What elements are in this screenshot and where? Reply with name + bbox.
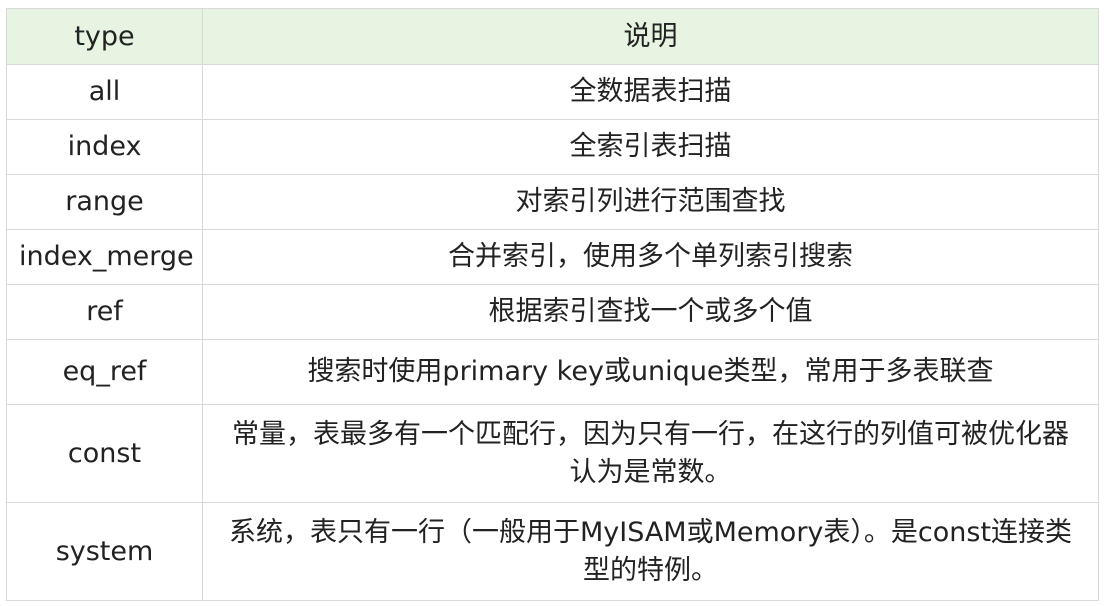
cell-description: 根据索引查找一个或多个值	[202, 284, 1099, 340]
table-header: type 说明	[6, 8, 1099, 65]
cell-type: index	[6, 119, 203, 175]
cell-type: all	[6, 64, 203, 120]
cell-description: 全数据表扫描	[202, 64, 1099, 120]
cell-description: 对索引列进行范围查找	[202, 174, 1099, 230]
type-table: type 说明 all 全数据表扫描 index 全索引表扫描 range 对索…	[6, 8, 1099, 601]
mysql-explain-type-table: type 说明 all 全数据表扫描 index 全索引表扫描 range 对索…	[6, 8, 1099, 601]
table-row: index 全索引表扫描	[6, 119, 1099, 175]
cell-type: system	[6, 502, 203, 601]
table-row: all 全数据表扫描	[6, 64, 1099, 120]
header-type: type	[6, 8, 203, 65]
table-row: range 对索引列进行范围查找	[6, 174, 1099, 230]
cell-description: 全索引表扫描	[202, 119, 1099, 175]
header-row: type 说明	[6, 8, 1099, 65]
table-row: index_merge 合并索引，使用多个单列索引搜索	[6, 229, 1099, 285]
cell-type: const	[6, 404, 203, 503]
cell-description: 合并索引，使用多个单列索引搜索	[202, 229, 1099, 285]
cell-description: 系统，表只有一行（一般用于MyISAM或Memory表）。是const连接类型的…	[202, 502, 1099, 601]
header-description: 说明	[202, 8, 1099, 65]
table-row: const 常量，表最多有一个匹配行，因为只有一行，在这行的列值可被优化器认为是…	[6, 404, 1099, 503]
cell-type: range	[6, 174, 203, 230]
cell-type: ref	[6, 284, 203, 340]
table-row: eq_ref 搜索时使用primary key或unique类型，常用于多表联查	[6, 339, 1099, 405]
cell-description: 常量，表最多有一个匹配行，因为只有一行，在这行的列值可被优化器认为是常数。	[202, 404, 1099, 503]
cell-type: index_merge	[6, 229, 203, 285]
cell-description: 搜索时使用primary key或unique类型，常用于多表联查	[202, 339, 1099, 405]
table-row: ref 根据索引查找一个或多个值	[6, 284, 1099, 340]
cell-type: eq_ref	[6, 339, 203, 405]
table-body: all 全数据表扫描 index 全索引表扫描 range 对索引列进行范围查找…	[6, 64, 1099, 601]
table-row: system 系统，表只有一行（一般用于MyISAM或Memory表）。是con…	[6, 502, 1099, 601]
